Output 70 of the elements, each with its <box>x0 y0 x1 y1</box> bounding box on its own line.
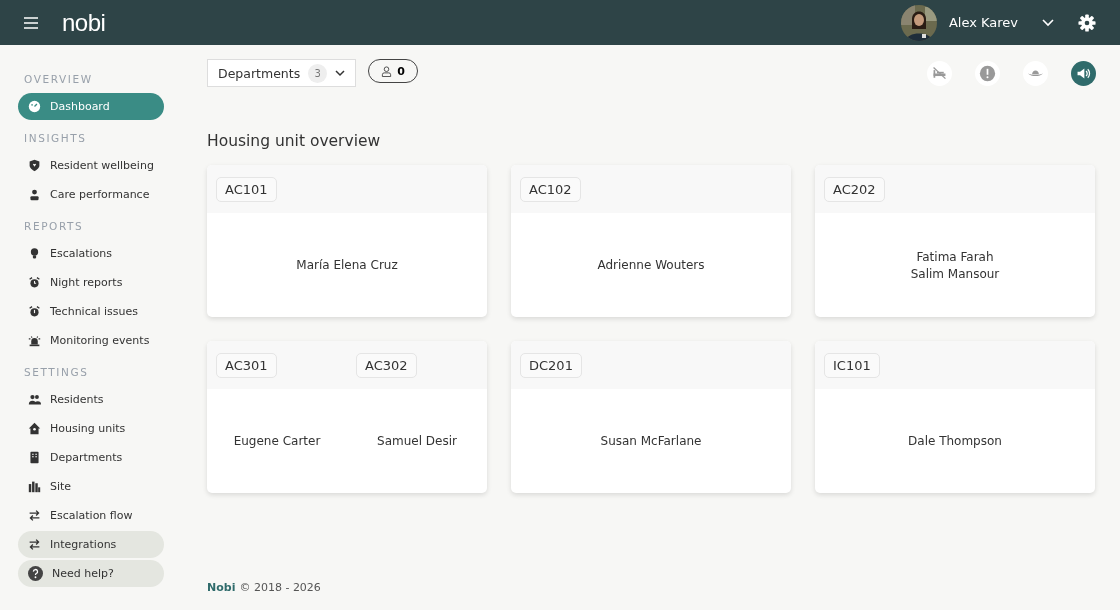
logo: nobi <box>62 8 106 37</box>
speaker-button[interactable] <box>1071 60 1096 86</box>
section-title: Housing unit overview <box>207 132 381 150</box>
housing-unit-card[interactable]: AC202 Fatima Farah Salim Mansour <box>815 165 1095 317</box>
menu-icon[interactable] <box>24 16 38 29</box>
sidebar-item[interactable]: Night reports <box>18 269 164 296</box>
resident-name: Samuel Desir <box>377 434 457 448</box>
sidebar-item[interactable]: Technical issues <box>18 298 164 325</box>
sidebar-item[interactable]: Departments <box>18 444 164 471</box>
help-button[interactable]: Need help? <box>18 560 164 587</box>
sidebar-item[interactable]: Care performance <box>18 181 164 208</box>
copyright-text: © 2018 - 2026 <box>239 581 321 594</box>
unit-code-tag: AC102 <box>520 176 581 202</box>
sidebar-item[interactable]: Escalations <box>18 240 164 267</box>
resident-name: Eugene Carter <box>233 434 321 448</box>
housing-unit-card[interactable]: AC101 María Elena Cruz <box>207 165 487 317</box>
unit-code-tag: AC202 <box>824 176 885 202</box>
swap-arrows-icon <box>28 509 41 522</box>
house-icon <box>28 422 41 435</box>
unit-code-tag: IC101 <box>824 352 880 378</box>
resident-name: Salim Mansour <box>910 266 1000 281</box>
lightbulb-icon <box>28 247 41 260</box>
housing-unit-card[interactable]: IC101 Dale Thompson <box>815 341 1095 493</box>
hat-button[interactable] <box>1023 60 1048 86</box>
sidebar-item[interactable]: Monitoring events <box>18 327 164 354</box>
shield-heart-icon <box>28 159 41 172</box>
building-icon <box>28 451 41 464</box>
unit-code-tag: AC101 <box>216 176 277 202</box>
brand-link[interactable]: Nobi <box>207 581 236 594</box>
unit-code-tag: AC301 <box>216 352 277 378</box>
bed-crossed-button[interactable] <box>927 60 952 86</box>
sidebar-item[interactable]: Residents <box>18 386 164 413</box>
people-icon <box>28 393 41 406</box>
person-icon <box>381 65 393 77</box>
sidebar-item[interactable]: Resident wellbeing <box>18 152 164 179</box>
resident-name: Adrienne Wouters <box>597 258 705 272</box>
person-icon <box>28 188 41 201</box>
user-name[interactable]: Alex Karev <box>948 15 1018 30</box>
section-heading: OVERVIEW <box>24 73 93 85</box>
count-badge: 3 <box>308 63 328 83</box>
caret-icon <box>335 69 346 77</box>
departments-dropdown[interactable]: Departments 3 <box>207 59 357 87</box>
resident-name: Fatima Farah <box>916 249 994 264</box>
housing-unit-card[interactable]: AC102 Adrienne Wouters <box>511 165 791 317</box>
section-heading: INSIGHTS <box>24 132 87 144</box>
housing-unit-card[interactable]: DC201 Susan McFarlane <box>511 341 791 493</box>
caret-icon[interactable] <box>1042 18 1054 27</box>
unit-code-tag: DC201 <box>520 352 582 378</box>
sidebar-item[interactable]: Housing units <box>18 415 164 442</box>
sidebar-item[interactable]: Integrations <box>18 531 164 558</box>
section-heading: REPORTS <box>24 220 84 232</box>
resident-name: Susan McFarlane <box>600 434 702 448</box>
alarm-clock-icon <box>28 276 41 289</box>
sidebar-item[interactable]: Dashboard <box>18 93 164 120</box>
housing-unit-card[interactable]: AC301 Eugene Carter AC302 Samuel Desir <box>207 341 487 493</box>
question-icon <box>28 566 43 581</box>
resident-name: Dale Thompson <box>908 434 1002 448</box>
alarm-clock-icon <box>28 305 41 318</box>
resident-name: María Elena Cruz <box>296 258 398 272</box>
gauge-icon <box>28 100 41 113</box>
unit-code-tag: AC302 <box>356 352 417 378</box>
city-icon <box>28 480 41 493</box>
exclamation-icon <box>979 64 996 82</box>
section-heading: SETTINGS <box>24 366 89 378</box>
swap-arrows-icon <box>28 538 41 551</box>
siren-icon <box>28 334 41 347</box>
sidebar-item[interactable]: Site <box>18 473 164 500</box>
settings-icon[interactable] <box>1078 13 1096 32</box>
exclamation-button[interactable] <box>975 60 1000 86</box>
sidebar-item[interactable]: Escalation flow <box>18 502 164 529</box>
